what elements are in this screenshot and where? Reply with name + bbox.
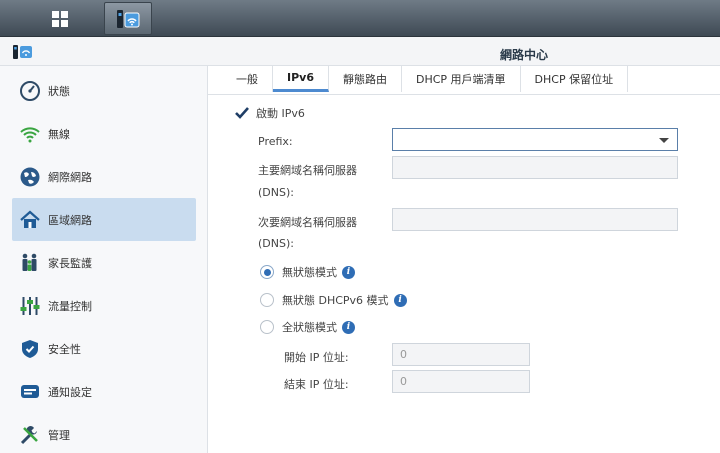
sidebar-item-traffic-control[interactable]: 流量控制: [12, 284, 196, 327]
network-center-taskbar-button[interactable]: [104, 2, 152, 35]
prefix-select[interactable]: [392, 128, 678, 151]
globe-icon: [18, 165, 42, 189]
start-ip-label: 開始 IP 位址:: [284, 351, 349, 364]
radio-stateless-dhcpv6[interactable]: [260, 293, 274, 307]
radio-stateful-row[interactable]: 全狀態模式 i: [260, 319, 355, 335]
sidebar-item-local-network[interactable]: 區域網路: [12, 198, 196, 241]
chevron-down-icon: [659, 138, 669, 143]
tab-dhcp-client-list[interactable]: DHCP 用戶端清單: [402, 66, 521, 92]
home-icon: [18, 208, 42, 232]
radio-stateless-label: 無狀態模式: [282, 266, 337, 279]
sidebar-item-internet[interactable]: 網際網路: [12, 155, 196, 198]
checkmark-icon: [235, 107, 249, 119]
sidebar-item-wireless[interactable]: 無線: [12, 112, 196, 155]
info-icon[interactable]: i: [393, 293, 407, 307]
shield-icon: [18, 337, 42, 361]
tab-bar: 一般 IPv6 靜態路由 DHCP 用戶端清單 DHCP 保留位址: [224, 66, 629, 94]
end-ip-value: 0: [400, 375, 407, 388]
secondary-dns-sublabel: (DNS):: [258, 237, 294, 250]
router-wifi-icon: [117, 9, 140, 28]
sidebar-item-label: 通知設定: [48, 385, 92, 399]
primary-dns-sublabel: (DNS):: [258, 186, 294, 199]
info-icon[interactable]: i: [342, 320, 355, 334]
sidebar-item-label: 流量控制: [48, 299, 92, 313]
sidebar-item-label: 網際網路: [48, 170, 92, 184]
start-ip-value: 0: [400, 348, 407, 361]
sidebar: 狀態 無線 網際網路 區域網路 家長監護 流量控制 安全性 通知設定 管理: [0, 66, 208, 453]
info-icon[interactable]: i: [342, 265, 355, 279]
primary-dns-label: 主要網域名稱伺服器: [258, 164, 357, 177]
sidebar-item-label: 管理: [48, 428, 70, 442]
sliders-icon: [18, 294, 42, 318]
sidebar-item-security[interactable]: 安全性: [12, 327, 196, 370]
secondary-dns-label: 次要網域名稱伺服器: [258, 216, 357, 229]
enable-ipv6-checkbox[interactable]: [234, 105, 250, 121]
family-icon: [18, 251, 42, 275]
router-wifi-icon: [12, 44, 36, 63]
wifi-icon: [18, 122, 42, 146]
end-ip-label: 結束 IP 位址:: [284, 378, 349, 391]
radio-stateless-row[interactable]: 無狀態模式 i: [260, 264, 355, 280]
start-ip-input[interactable]: 0: [392, 343, 530, 366]
tab-dhcp-reservation[interactable]: DHCP 保留位址: [521, 66, 629, 92]
sidebar-item-status[interactable]: 狀態: [12, 69, 196, 112]
tab-ipv6[interactable]: IPv6: [273, 66, 329, 92]
grid-menu-icon: [52, 10, 68, 27]
radio-stateful-label: 全狀態模式: [282, 321, 337, 334]
ipv6-form: 啟動 IPv6 Prefix: 主要網域名稱伺服器 (DNS): 次要網域名稱伺…: [224, 95, 720, 453]
sidebar-item-label: 區域網路: [48, 213, 92, 227]
sidebar-item-label: 無線: [48, 127, 70, 141]
tab-static-route[interactable]: 靜態路由: [329, 66, 402, 92]
enable-ipv6-label: 啟動 IPv6: [256, 107, 305, 120]
gauge-icon: [18, 79, 42, 103]
main-menu-button[interactable]: [32, 2, 88, 35]
window-titlebar: 網路中心: [0, 37, 720, 66]
sidebar-item-notifications[interactable]: 通知設定: [12, 370, 196, 413]
sidebar-item-label: 狀態: [48, 84, 70, 98]
tools-icon: [18, 423, 42, 447]
prefix-label: Prefix:: [258, 135, 293, 148]
sidebar-item-parental-control[interactable]: 家長監護: [12, 241, 196, 284]
tab-general[interactable]: 一般: [224, 66, 273, 92]
secondary-dns-input[interactable]: [392, 208, 678, 231]
taskbar: [0, 0, 720, 37]
radio-stateless-dhcpv6-label: 無狀態 DHCPv6 模式: [282, 294, 389, 307]
radio-stateless-dhcpv6-row[interactable]: 無狀態 DHCPv6 模式 i: [260, 292, 407, 308]
radio-stateless[interactable]: [260, 265, 274, 279]
message-icon: [18, 380, 42, 404]
end-ip-input[interactable]: 0: [392, 370, 530, 393]
sidebar-item-label: 家長監護: [48, 256, 92, 270]
enable-ipv6-checkbox-row[interactable]: 啟動 IPv6: [234, 105, 305, 121]
primary-dns-input[interactable]: [392, 156, 678, 179]
window-title: 網路中心: [500, 48, 549, 62]
sidebar-item-label: 安全性: [48, 342, 81, 356]
radio-stateful[interactable]: [260, 320, 274, 334]
sidebar-item-management[interactable]: 管理: [12, 413, 196, 453]
